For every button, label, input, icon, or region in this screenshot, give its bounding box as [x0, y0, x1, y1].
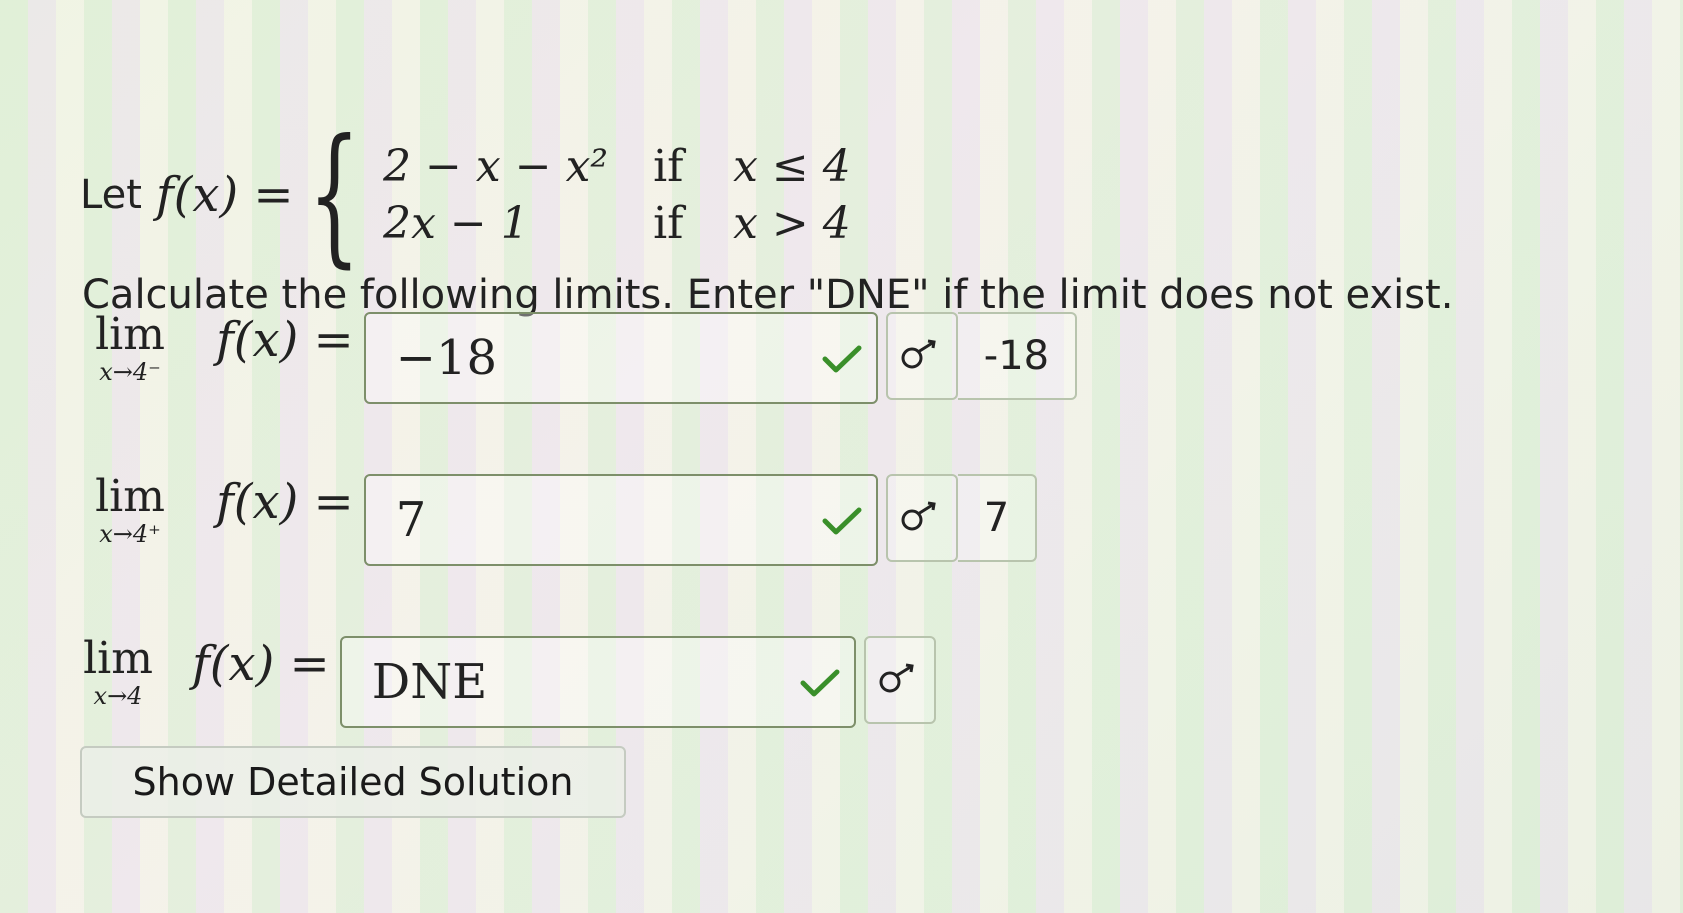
lim-rhs: f(x) =	[216, 474, 354, 530]
limit-row-two-sided: lim x→4 f(x) = DNE	[80, 633, 936, 728]
answer-value: 7	[395, 492, 427, 548]
case-2-expr: 2x − 1	[383, 198, 529, 249]
check-icon	[800, 668, 840, 702]
lim-rhs: f(x) =	[192, 636, 330, 692]
answer-value: −18	[395, 330, 498, 386]
answer-input-right[interactable]: 7	[363, 474, 878, 566]
function-definition: Let f(x) = { 2 − x − x² if x ≤ 4 2x − 1 …	[80, 120, 851, 270]
lim-rhs: f(x) =	[216, 312, 354, 368]
case-1-expr: 2 − x − x²	[383, 141, 609, 192]
case-1-condition: x ≤ 4	[733, 141, 851, 192]
lim-subscript: x→4	[93, 682, 143, 711]
limit-notation: lim x→4⁻	[80, 309, 180, 387]
case-2-if: if	[653, 198, 684, 249]
lim-subscript: x→4⁻	[99, 358, 161, 387]
answer-preview: 7	[957, 474, 1038, 562]
key-icon	[878, 661, 922, 699]
lim-word: lim	[95, 471, 165, 522]
case-1-if: if	[653, 141, 684, 192]
key-icon	[900, 337, 944, 375]
show-detailed-solution-button[interactable]: Show Detailed Solution	[80, 746, 626, 818]
lim-word: lim	[95, 309, 165, 360]
lim-subscript: x→4⁺	[99, 520, 161, 549]
check-icon	[822, 506, 862, 540]
answer-input-left[interactable]: −18	[363, 312, 878, 404]
answer-preview: -18	[957, 312, 1078, 400]
lim-word: lim	[83, 633, 153, 684]
function-name: f(x) =	[155, 167, 294, 223]
answer-input-two-sided[interactable]: DNE	[339, 636, 856, 728]
piecewise-brace: {	[307, 108, 361, 282]
key-icon	[900, 499, 944, 537]
limit-row-left: lim x→4⁻ f(x) = −18 -18	[80, 309, 1078, 404]
preview-button[interactable]	[885, 312, 958, 400]
limit-notation: lim x→4⁺	[80, 471, 180, 549]
let-label: Let	[80, 172, 142, 218]
check-icon	[822, 344, 862, 378]
limit-row-right: lim x→4⁺ f(x) = 7 7	[80, 471, 1038, 566]
answer-value: DNE	[371, 654, 488, 710]
preview-button[interactable]	[885, 474, 958, 562]
limit-notation: lim x→4	[80, 633, 156, 711]
piecewise-cases: 2 − x − x² if x ≤ 4 2x − 1 if x > 4	[383, 141, 851, 249]
case-2-condition: x > 4	[733, 198, 851, 249]
preview-button[interactable]	[863, 636, 936, 724]
